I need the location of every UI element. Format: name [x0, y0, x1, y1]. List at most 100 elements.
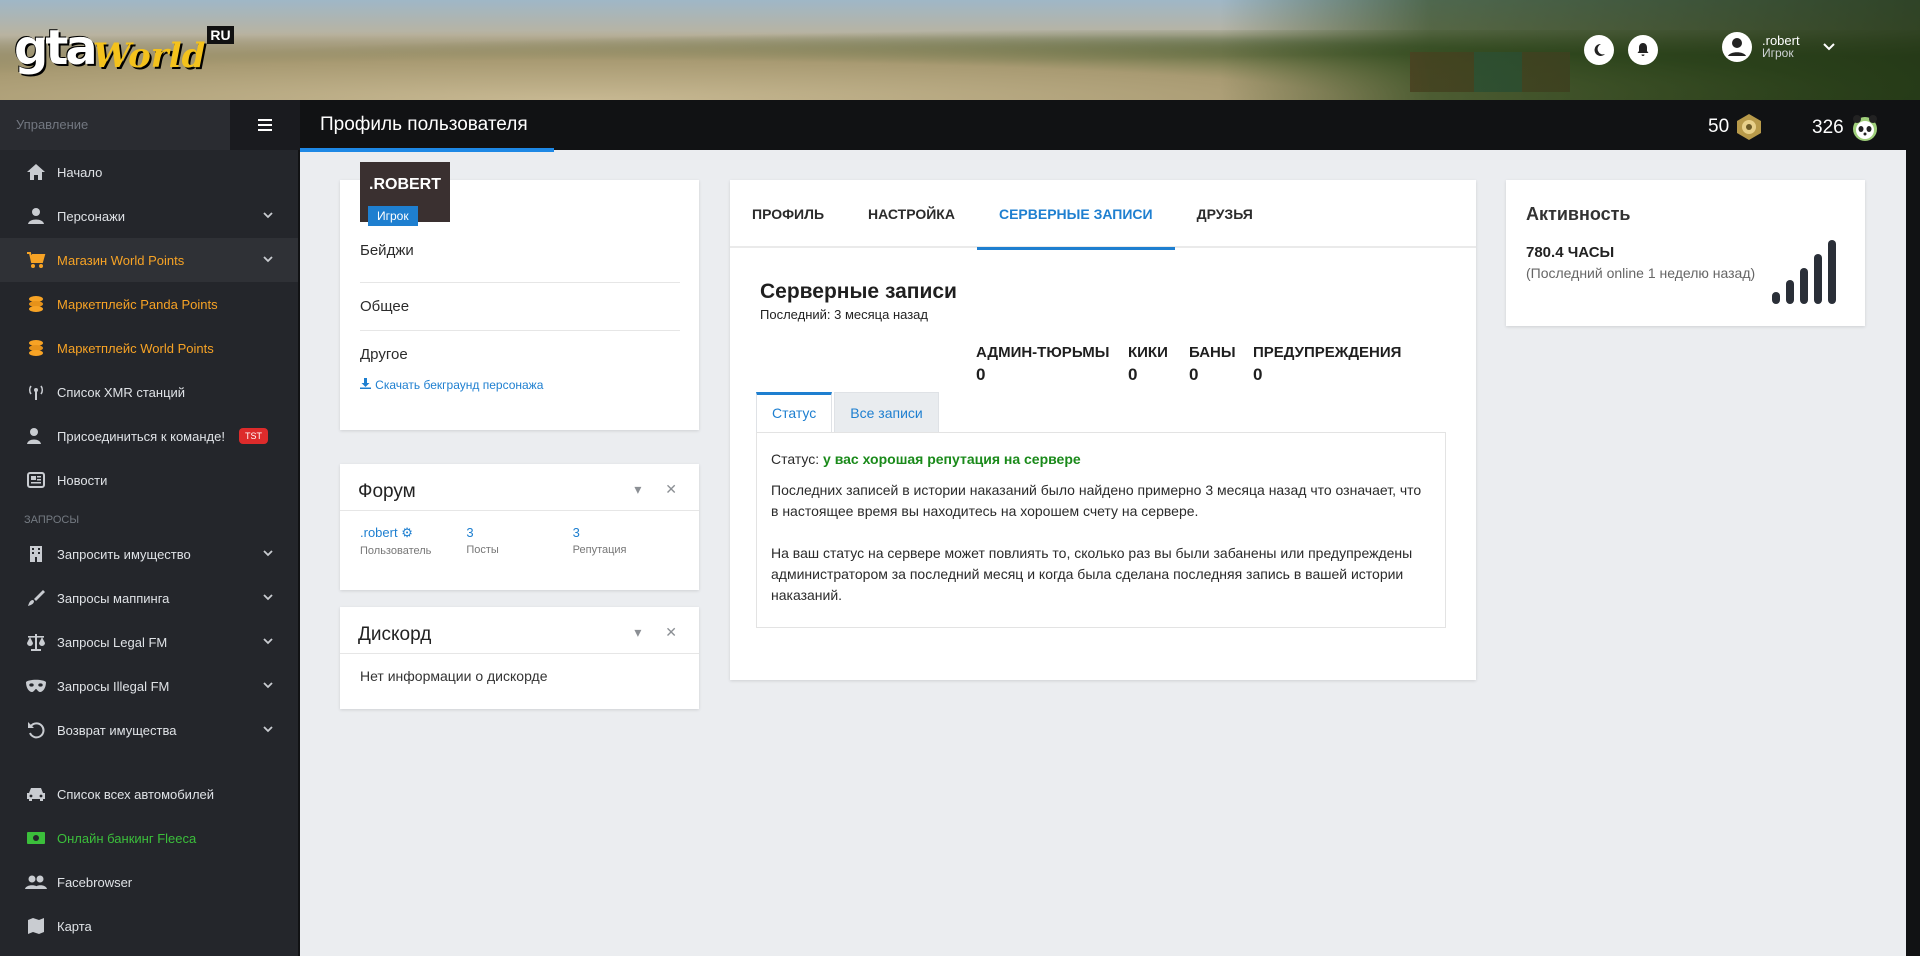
- sidebar-item-property-return[interactable]: Возврат имущества: [0, 708, 300, 752]
- role-badge: Игрок: [368, 206, 418, 226]
- counter-warnings: ПРЕДУПРЕЖДЕНИЯ 0: [1253, 344, 1402, 384]
- sidebar-item-join-team[interactable]: Присоединиться к команде! TST: [0, 414, 300, 458]
- sidebar-item-label: Карта: [57, 918, 92, 934]
- user-menu[interactable]: .robert Игрок: [1722, 32, 1836, 62]
- sidebar-item-label: Начало: [57, 164, 103, 180]
- sidebar-item-panda-marketplace[interactable]: Маркетплейс Panda Points: [0, 282, 300, 326]
- dark-mode-button[interactable]: [1584, 35, 1614, 65]
- sidebar-item-label: Персонажи: [57, 208, 126, 224]
- status-panel: Статус: у вас хорошая репутация на серве…: [756, 432, 1446, 628]
- sidebar-item-map[interactable]: Карта: [0, 904, 300, 948]
- sidebar-toggle-button[interactable]: [230, 100, 300, 150]
- collapse-icon[interactable]: ▾: [634, 481, 641, 497]
- forum-posts-label: Посты: [466, 544, 499, 556]
- sidebar-item-label: Запросы маппинга: [57, 590, 170, 606]
- forum-user-link[interactable]: .robert ⚙: [360, 525, 466, 541]
- sidebar-item-world-points-shop[interactable]: Магазин World Points: [0, 238, 300, 282]
- user-avatar-icon: [1722, 32, 1752, 62]
- site-logo[interactable]: gta World RU: [14, 14, 234, 76]
- profile-name: .ROBERT: [369, 176, 441, 193]
- sidebar-item-mapping-requests[interactable]: Запросы маппинга: [0, 576, 300, 620]
- tab-server-records[interactable]: СЕРВЕРНЫЕ ЗАПИСИ: [976, 180, 1175, 250]
- sidebar-item-label: Запросы Illegal FM: [57, 678, 170, 694]
- sidebar-section-requests: ЗАПРОСЫ: [24, 514, 80, 526]
- sidebar-item-label: Список XMR станций: [57, 384, 186, 400]
- sidebar-item-xmr-stations[interactable]: Список XMR станций: [0, 370, 300, 414]
- chevron-down-icon: [263, 594, 273, 601]
- panda-icon: [1852, 115, 1877, 141]
- tab-settings[interactable]: НАСТРОЙКА: [846, 180, 977, 248]
- counter-bans: БАНЫ 0: [1189, 344, 1236, 384]
- coins-icon: [24, 336, 48, 360]
- status-badge: TST: [238, 428, 268, 444]
- world-points-value: 326: [1812, 117, 1844, 138]
- scales-icon: [24, 630, 48, 654]
- forum-posts-value: 3: [466, 525, 474, 540]
- general-label: Общее: [360, 298, 410, 315]
- gear-icon: ⚙: [401, 525, 413, 540]
- scrollbar[interactable]: [1906, 100, 1920, 956]
- notifications-button[interactable]: [1628, 35, 1658, 65]
- sidebar-item-illegal-fm[interactable]: Запросы Illegal FM: [0, 664, 300, 708]
- sidebar-item-characters[interactable]: Персонажи: [0, 194, 300, 238]
- sidebar-item-world-marketplace[interactable]: Маркетплейс World Points: [0, 326, 300, 370]
- collapse-icon[interactable]: ▾: [634, 624, 641, 640]
- sidebar-item-fleeca-banking[interactable]: Онлайн банкинг Fleeca: [0, 816, 300, 860]
- section-title: Серверные записи: [760, 280, 957, 303]
- sidebar-item-home[interactable]: Начало: [0, 150, 300, 194]
- status-paragraph-1: Последних записей в истории наказаний бы…: [771, 482, 1422, 519]
- sidebar-item-legal-fm[interactable]: Запросы Legal FM: [0, 620, 300, 664]
- chevron-down-icon: [263, 638, 273, 645]
- sidebar-item-facebrowser[interactable]: Facebrowser: [0, 860, 300, 904]
- home-icon: [24, 160, 48, 184]
- chevron-down-icon: [263, 726, 273, 733]
- sidebar-item-label: Возврат имущества: [57, 722, 177, 738]
- logo-world: World: [92, 36, 206, 76]
- close-icon[interactable]: ✕: [665, 481, 677, 497]
- tab-friends[interactable]: ДРУЗЬЯ: [1175, 180, 1275, 248]
- header-active-indicator: [300, 148, 554, 152]
- sidebar-item-news[interactable]: Новости: [0, 458, 300, 502]
- bell-icon: [1637, 43, 1649, 56]
- close-icon[interactable]: ✕: [665, 624, 677, 640]
- page-title: Профиль пользователя: [320, 114, 528, 135]
- subtab-all-records[interactable]: Все записи: [834, 392, 939, 432]
- sidebar-item-label: Запросы Legal FM: [57, 634, 168, 650]
- forum-title: Форум: [358, 481, 416, 502]
- counter-jails: АДМИН-ТЮРЬМЫ 0: [976, 344, 1110, 384]
- sidebar-item-vehicles[interactable]: Список всех автомобилей: [0, 772, 300, 816]
- activity-title: Активность: [1526, 204, 1631, 224]
- divider: [360, 330, 680, 331]
- person-icon: [24, 204, 48, 228]
- status-line: Статус: у вас хорошая репутация на серве…: [771, 449, 1431, 470]
- panda-points-stat[interactable]: 50: [1708, 113, 1763, 141]
- sidebar-item-request-property[interactable]: Запросить имущество: [0, 532, 300, 576]
- forum-reputation-value: 3: [572, 525, 580, 540]
- user-plus-icon: [24, 424, 48, 448]
- world-points-stat[interactable]: 326: [1812, 113, 1880, 143]
- cart-icon: [24, 248, 48, 272]
- logo-gta: gta: [14, 20, 98, 76]
- download-background-link[interactable]: Скачать бекграунд персонажа: [360, 376, 680, 393]
- map-icon: [24, 914, 48, 938]
- chevron-down-icon: [263, 256, 273, 263]
- discord-text: Нет информации о дискорде: [360, 668, 548, 684]
- download-link-text: Скачать бекграунд персонажа: [375, 378, 544, 392]
- badge-medal-icon: [1737, 114, 1762, 140]
- chevron-down-icon: [263, 550, 273, 557]
- forum-reputation-label: Репутация: [572, 544, 627, 556]
- users-icon: [24, 870, 48, 894]
- sidebar-item-label: Запросить имущество: [57, 546, 191, 562]
- sidebar: Управление Начало Персонажи Магазин Worl…: [0, 100, 300, 956]
- subtab-status[interactable]: Статус: [756, 392, 833, 432]
- counter-kicks: КИКИ 0: [1128, 344, 1168, 384]
- download-icon: [360, 378, 371, 389]
- activity-last-online: (Последний online 1 неделю назад): [1526, 265, 1756, 281]
- tab-profile[interactable]: ПРОФИЛЬ: [730, 180, 846, 248]
- newspaper-icon: [24, 468, 48, 492]
- activity-card: Активность 780.4 ЧАСЫ (Последний online …: [1506, 180, 1865, 326]
- sidebar-item-label: Присоединиться к команде!: [57, 428, 225, 444]
- discord-widget: Дискорд ▾ ✕ Нет информации о дискорде: [340, 607, 699, 709]
- sidebar-item-label: Магазин World Points: [57, 252, 185, 268]
- sidebar-section-manage: Управление: [0, 100, 230, 150]
